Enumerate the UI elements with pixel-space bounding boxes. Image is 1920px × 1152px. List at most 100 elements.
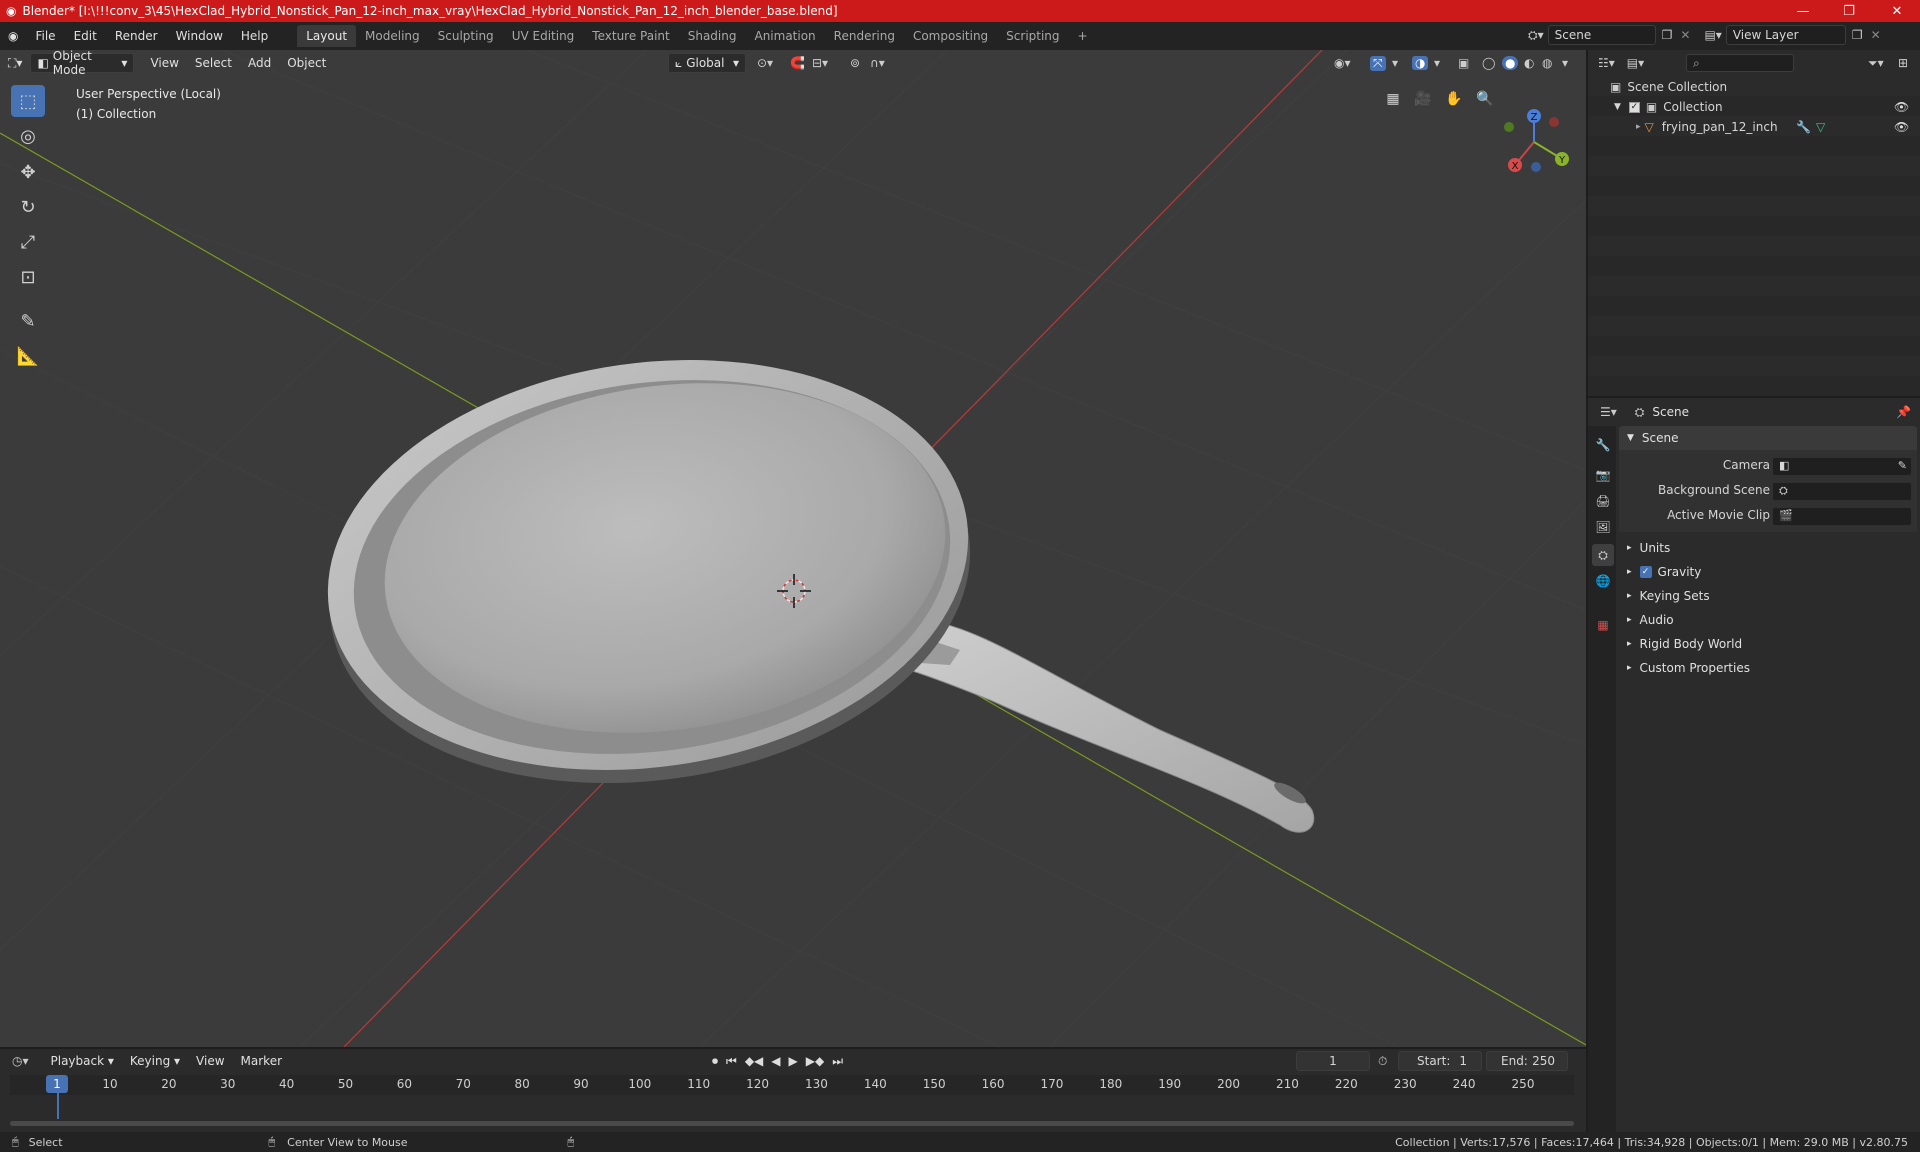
delete-view-layer-icon[interactable]: ✕ xyxy=(1871,28,1881,42)
menu-edit[interactable]: Edit xyxy=(65,25,106,47)
blender-menu-icon[interactable]: ◉ xyxy=(0,29,26,43)
measure-tool-icon[interactable]: 📐 xyxy=(11,340,45,372)
menu-render[interactable]: Render xyxy=(106,25,167,47)
solid-shading-icon[interactable]: ● xyxy=(1502,56,1519,70)
custom-properties-panel-header[interactable]: ▸ Custom Properties xyxy=(1619,656,1917,680)
editor-type-icon[interactable]: ⛶▾ xyxy=(0,56,30,71)
eye-icon[interactable]: 👁 xyxy=(1894,100,1909,114)
tab-uv-editing[interactable]: UV Editing xyxy=(503,25,584,47)
mesh-data-icon[interactable]: ▽ xyxy=(1816,120,1825,134)
gizmo-dropdown-icon[interactable]: ▾ xyxy=(1392,56,1398,70)
tab-scripting[interactable]: Scripting xyxy=(997,25,1068,47)
outliner-row-collection[interactable]: ▼ ✓ ▣ Collection 👁 xyxy=(1588,97,1920,117)
render-tab-icon[interactable]: 📷 xyxy=(1592,464,1614,486)
record-icon[interactable]: ⏺ xyxy=(712,1054,718,1069)
snap-icon[interactable]: 🧲 xyxy=(790,56,805,70)
audio-panel-header[interactable]: ▸ Audio xyxy=(1619,608,1917,632)
jump-keyframe-back-icon[interactable]: ◆◀ xyxy=(745,1054,763,1069)
scene-tab-icon[interactable]: ⛭ xyxy=(1592,544,1614,566)
3d-viewport[interactable]: X Y Z User Perspective (Local) (1) Colle… xyxy=(0,50,1586,1047)
properties-editor-type-icon[interactable]: ☰▾ xyxy=(1600,405,1617,419)
overlay-dropdown-icon[interactable]: ▾ xyxy=(1434,56,1440,70)
minimize-icon[interactable]: — xyxy=(1780,0,1826,22)
world-tab-icon[interactable]: 🌐 xyxy=(1592,570,1614,592)
delete-scene-icon[interactable]: ✕ xyxy=(1680,28,1690,42)
frame-cursor[interactable]: 1 xyxy=(46,1075,68,1093)
collection-checkbox[interactable]: ✓ xyxy=(1628,101,1640,113)
view-layer-selector-icon[interactable]: ▤▾ xyxy=(1704,28,1721,42)
menu-view[interactable]: View xyxy=(142,53,186,73)
wireframe-shading-icon[interactable]: ◯ xyxy=(1482,56,1495,70)
menu-help[interactable]: Help xyxy=(232,25,277,47)
menu-keying[interactable]: Keying ▾ xyxy=(122,1051,188,1071)
gravity-checkbox[interactable]: ✓ xyxy=(1639,566,1652,578)
scene-panel-header[interactable]: ▼ Scene xyxy=(1619,426,1917,450)
navigation-gizmo[interactable]: X Y Z xyxy=(1504,109,1569,172)
start-frame-field[interactable]: Start: 1 xyxy=(1398,1051,1482,1071)
shading-dropdown-icon[interactable]: ▾ xyxy=(1562,56,1568,70)
pan-view-icon[interactable]: ✋ xyxy=(1441,86,1467,112)
rotate-tool-icon[interactable]: ↻ xyxy=(11,191,45,223)
current-frame-field[interactable]: 1 xyxy=(1296,1051,1370,1071)
play-icon[interactable]: ▶ xyxy=(789,1054,798,1069)
move-tool-icon[interactable]: ✥ xyxy=(11,156,45,188)
transform-orientation-dropdown[interactable]: ⟀ Global ▾ xyxy=(668,53,746,73)
texture-tab-icon[interactable]: ▦ xyxy=(1592,614,1614,636)
maximize-icon[interactable]: ❐ xyxy=(1826,0,1872,22)
view-layer-field[interactable]: View Layer xyxy=(1725,25,1846,45)
jump-start-icon[interactable]: ⏮ xyxy=(726,1054,737,1069)
gravity-panel-header[interactable]: ▸ ✓ Gravity xyxy=(1619,560,1917,584)
cursor-tool-icon[interactable]: ◎ xyxy=(11,120,45,152)
new-scene-icon[interactable]: ❐ xyxy=(1662,28,1673,42)
falloff-icon[interactable]: ∩▾ xyxy=(870,56,885,70)
tab-layout[interactable]: Layout xyxy=(297,25,357,47)
tool-tab-icon[interactable]: 🔧 xyxy=(1592,434,1614,456)
display-mode-icon[interactable]: ▤▾ xyxy=(1627,56,1644,70)
visibility-selector-icon[interactable]: ◉▾ xyxy=(1334,56,1351,70)
jump-end-icon[interactable]: ⏭ xyxy=(832,1054,843,1069)
eyedropper-icon[interactable]: ✎ xyxy=(1898,459,1907,472)
camera-field[interactable]: ◧ ✎ xyxy=(1772,457,1912,476)
outliner-row-scene-collection[interactable]: ▣ Scene Collection xyxy=(1588,77,1920,97)
transform-tool-icon[interactable]: ⊡ xyxy=(11,261,45,293)
active-movie-clip-field[interactable]: 🎬 xyxy=(1772,507,1912,526)
pin-icon[interactable]: 📌 xyxy=(1896,405,1911,419)
tab-animation[interactable]: Animation xyxy=(745,25,824,47)
play-reverse-icon[interactable]: ◀ xyxy=(771,1054,780,1069)
menu-select[interactable]: Select xyxy=(187,53,240,73)
add-workspace-icon[interactable]: + xyxy=(1069,25,1097,47)
stopwatch-icon[interactable]: ⏱ xyxy=(1378,1054,1387,1069)
tab-modeling[interactable]: Modeling xyxy=(356,25,429,47)
timeline-editor-type-icon[interactable]: ◷▾ xyxy=(12,1054,29,1068)
annotate-tool-icon[interactable]: ✎ xyxy=(11,305,45,337)
outliner-search-input[interactable]: ⌕ xyxy=(1686,54,1794,72)
units-panel-header[interactable]: ▸ Units xyxy=(1619,536,1917,560)
menu-marker[interactable]: Marker xyxy=(233,1051,290,1071)
menu-playback[interactable]: Playback ▾ xyxy=(43,1051,122,1071)
tab-compositing[interactable]: Compositing xyxy=(904,25,997,47)
timeline-scrollbar[interactable] xyxy=(10,1121,1574,1126)
view-layer-tab-icon[interactable]: 🖼 xyxy=(1592,516,1614,538)
close-icon[interactable]: ✕ xyxy=(1874,0,1920,22)
gizmo-toggle-icon[interactable]: ⤧ xyxy=(1370,55,1386,71)
filter-icon[interactable]: ⏷▾ xyxy=(1868,56,1884,71)
zoom-view-icon[interactable]: 🔍 xyxy=(1472,86,1498,112)
material-shading-icon[interactable]: ◐ xyxy=(1524,56,1534,70)
mode-dropdown[interactable]: ◧ Object Mode ▾ xyxy=(30,49,135,77)
rendered-shading-icon[interactable]: ◍ xyxy=(1542,56,1552,70)
pivot-point-icon[interactable]: ⊙▾ xyxy=(757,56,773,70)
outliner-editor-type-icon[interactable]: ☷▾ xyxy=(1598,56,1615,70)
scene-field[interactable]: Scene xyxy=(1547,25,1656,45)
camera-icon[interactable]: 🎥 xyxy=(1410,86,1436,112)
new-view-layer-icon[interactable]: ❐ xyxy=(1852,28,1863,42)
menu-add[interactable]: Add xyxy=(240,53,279,73)
output-tab-icon[interactable]: 🖨 xyxy=(1592,490,1614,512)
tab-sculpting[interactable]: Sculpting xyxy=(429,25,503,47)
menu-timeline-view[interactable]: View xyxy=(188,1051,232,1071)
background-scene-field[interactable]: ⛭ xyxy=(1772,482,1912,501)
end-frame-field[interactable]: End: 250 xyxy=(1486,1051,1568,1071)
new-collection-icon[interactable]: ⊞ xyxy=(1898,56,1908,70)
overlay-toggle-icon[interactable]: ◑ xyxy=(1412,56,1429,70)
expand-arrow-icon[interactable]: ▸ xyxy=(1636,122,1641,132)
menu-window[interactable]: Window xyxy=(167,25,232,47)
